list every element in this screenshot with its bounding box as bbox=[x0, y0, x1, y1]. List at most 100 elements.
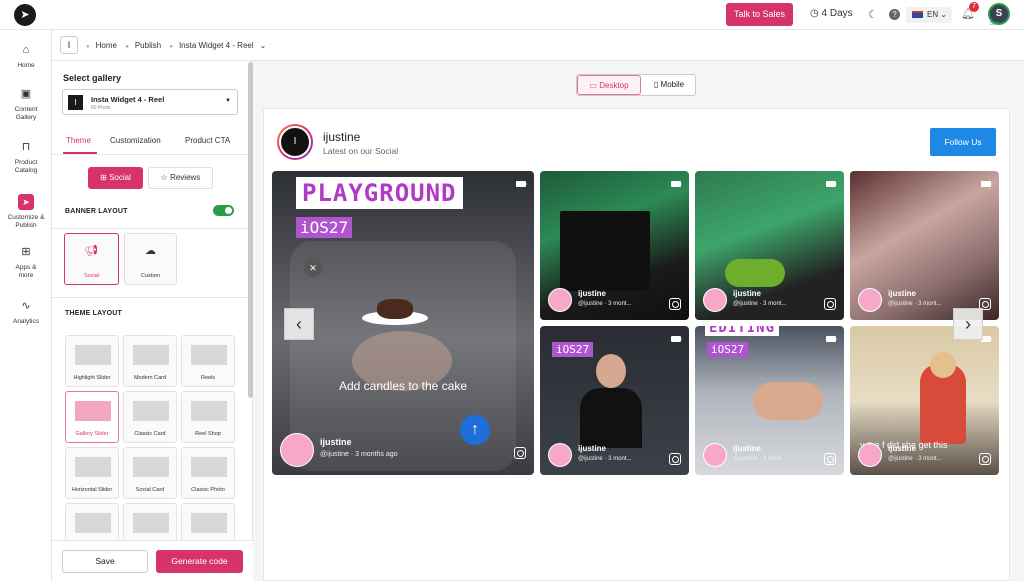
profile-avatar[interactable]: I bbox=[277, 124, 313, 160]
layout-reels[interactable]: Reels bbox=[181, 335, 235, 387]
user-avatar bbox=[858, 288, 882, 312]
slider-prev-button[interactable]: ‹ bbox=[284, 308, 314, 340]
video-icon bbox=[516, 181, 527, 187]
layout-thumb bbox=[133, 401, 169, 421]
layout-thumb bbox=[75, 457, 111, 477]
nav-home[interactable]: ⌂ Home bbox=[0, 45, 52, 70]
nav-apps-more[interactable]: ⊞ Apps & more bbox=[0, 246, 52, 280]
gallery-select[interactable]: I Insta Widget 4 - Reel 60 Posts ▼ bbox=[62, 89, 238, 115]
language-select[interactable]: EN ⌄ bbox=[906, 7, 952, 23]
person-body bbox=[580, 388, 642, 448]
crumb-home[interactable]: Home bbox=[96, 41, 117, 50]
panel-tabs: Theme Customization Product CTA bbox=[52, 125, 252, 155]
post-username: ijustine bbox=[578, 289, 607, 298]
post-tile[interactable]: ijustine @ijustine · 3 mont... bbox=[695, 171, 844, 320]
user-avatar bbox=[548, 288, 572, 312]
brand-logo-icon[interactable]: ➤ bbox=[14, 4, 36, 26]
generate-code-button[interactable]: Generate code bbox=[156, 550, 243, 573]
tab-customization[interactable]: Customization bbox=[110, 136, 161, 145]
top-bar: ➤ Talk to Sales ◷ 4 Days ☾ ? EN ⌄ 🔔︎ 7 S… bbox=[0, 0, 1024, 30]
social-button[interactable]: ⊞ Social bbox=[88, 167, 143, 189]
divider bbox=[52, 228, 252, 229]
banner-custom-card[interactable]: ☁ Custom bbox=[124, 233, 177, 285]
post-tile[interactable]: iOS27 ijustine @ijustine · 3 mont... bbox=[540, 326, 689, 475]
crumb-publish[interactable]: Publish bbox=[135, 41, 161, 50]
nav-product-catalog[interactable]: ⊓ Product Catalog bbox=[0, 142, 52, 175]
post-tile[interactable]: y the f did she get this ijustine @ijusti… bbox=[850, 326, 999, 475]
profile-name[interactable]: ijustine bbox=[323, 130, 360, 144]
post-handle: @ijustine · 3 mont... bbox=[578, 301, 632, 307]
mobile-button[interactable]: ▯ Mobile bbox=[643, 75, 695, 95]
user-avatar bbox=[858, 443, 882, 467]
trial-days[interactable]: ◷ 4 Days bbox=[810, 8, 853, 19]
post-overlay-tag: iOS27 bbox=[552, 342, 594, 357]
gallery-name: Insta Widget 4 - Reel bbox=[91, 95, 165, 104]
tab-theme[interactable]: Theme bbox=[66, 136, 91, 145]
caret-down-icon: ▼ bbox=[225, 98, 231, 104]
tab-product-cta[interactable]: Product CTA bbox=[185, 136, 230, 145]
layout-classic-photo[interactable]: Classic Photo bbox=[181, 447, 235, 499]
post-username: ijustine bbox=[888, 289, 917, 298]
follow-us-button[interactable]: Follow Us bbox=[930, 128, 996, 156]
video-icon bbox=[671, 181, 682, 187]
layout-modern-card[interactable]: Modern Card bbox=[123, 335, 177, 387]
tab-underline bbox=[63, 152, 97, 154]
instagram-icon bbox=[824, 298, 836, 310]
help-icon[interactable]: ? bbox=[889, 9, 900, 20]
moon-icon[interactable]: ☾ bbox=[868, 8, 878, 21]
desktop-button[interactable]: ▭ Desktop bbox=[577, 75, 641, 95]
post-overlay-title: EDITING bbox=[705, 326, 780, 336]
save-button[interactable]: Save bbox=[62, 550, 148, 573]
talk-to-sales-button[interactable]: Talk to Sales bbox=[726, 3, 793, 26]
crumb-current[interactable]: Insta Widget 4 - Reel bbox=[179, 41, 254, 50]
layout-gallery-slider[interactable]: Gallery Slider bbox=[65, 391, 119, 443]
instagram-icon bbox=[824, 453, 836, 465]
layout-social-card[interactable]: Social Card bbox=[123, 447, 177, 499]
nav-content-gallery[interactable]: ▣ Content Gallery bbox=[0, 89, 52, 122]
layout-highlight-slider[interactable]: Highlight Slider bbox=[65, 335, 119, 387]
post-handle: @ijustine · 3 mont... bbox=[578, 456, 632, 462]
layout-classic-card[interactable]: Classic Card bbox=[123, 391, 177, 443]
layout-reel-shop[interactable]: Reel Shop bbox=[181, 391, 235, 443]
post-user: ijustine @ijustine · 3 months ago bbox=[280, 433, 460, 467]
chevron-down-icon[interactable]: ⌄ bbox=[260, 41, 267, 50]
profile-percent: 50% bbox=[990, 21, 1001, 27]
video-icon bbox=[826, 336, 837, 342]
slider-next-button[interactable]: › bbox=[953, 308, 983, 340]
user-avatar bbox=[703, 288, 727, 312]
panel-scrollbar[interactable] bbox=[248, 62, 253, 398]
banner-layout-toggle[interactable] bbox=[213, 205, 234, 216]
breadcrumb-bar: I ● Home ● Publish ● Insta Widget 4 - Reel ⌄ bbox=[52, 30, 1024, 61]
chevron-right-icon: › bbox=[965, 314, 971, 334]
post-tile[interactable]: ijustine @ijustine · 3 mont... bbox=[540, 171, 689, 320]
user-avatar bbox=[548, 443, 572, 467]
chevron-down-icon: ⌄ bbox=[940, 10, 948, 19]
post-tile[interactable]: EDITING iOS27 ijustine @ijustine · 3 mont… bbox=[695, 326, 844, 475]
grid-icon: ⊞ bbox=[100, 173, 107, 182]
instagram-icon bbox=[514, 447, 526, 459]
grid-icon: ⊞ bbox=[21, 246, 31, 258]
post-username: ijustine bbox=[320, 437, 352, 447]
layout-thumb bbox=[191, 401, 227, 421]
arrow-up-icon: ↑ bbox=[460, 415, 490, 445]
banner-social-card[interactable]: 📢︎ Social bbox=[64, 233, 119, 285]
layout-thumb bbox=[191, 345, 227, 365]
divider bbox=[52, 297, 252, 298]
post-overlay-title: PLAYGROUND bbox=[296, 177, 463, 209]
layout-thumb bbox=[75, 513, 111, 533]
reviews-button[interactable]: ☆ Reviews bbox=[148, 167, 213, 189]
cake-image bbox=[362, 299, 428, 327]
post-caption: Add candles to the cake bbox=[338, 379, 468, 393]
post-tile[interactable]: ijustine @ijustine · 3 mont... bbox=[850, 171, 999, 320]
layout-horizontal-slider[interactable]: Horizontal Slider bbox=[65, 447, 119, 499]
post-handle: @ijustine · 3 mont... bbox=[733, 301, 787, 307]
sidebar-toggle-button[interactable]: I bbox=[60, 36, 78, 54]
nav-analytics[interactable]: ∿ Analytics bbox=[0, 301, 52, 326]
nav-customize-publish[interactable]: ➤ Customize & Publish bbox=[0, 194, 52, 230]
video-icon bbox=[671, 336, 682, 342]
profile-avatar-letter: I bbox=[279, 126, 311, 158]
layout-thumb bbox=[75, 345, 111, 365]
gallery-thumb: I bbox=[68, 95, 83, 110]
uk-flag-icon bbox=[912, 11, 923, 19]
gallery-posts: 60 Posts bbox=[91, 105, 111, 111]
